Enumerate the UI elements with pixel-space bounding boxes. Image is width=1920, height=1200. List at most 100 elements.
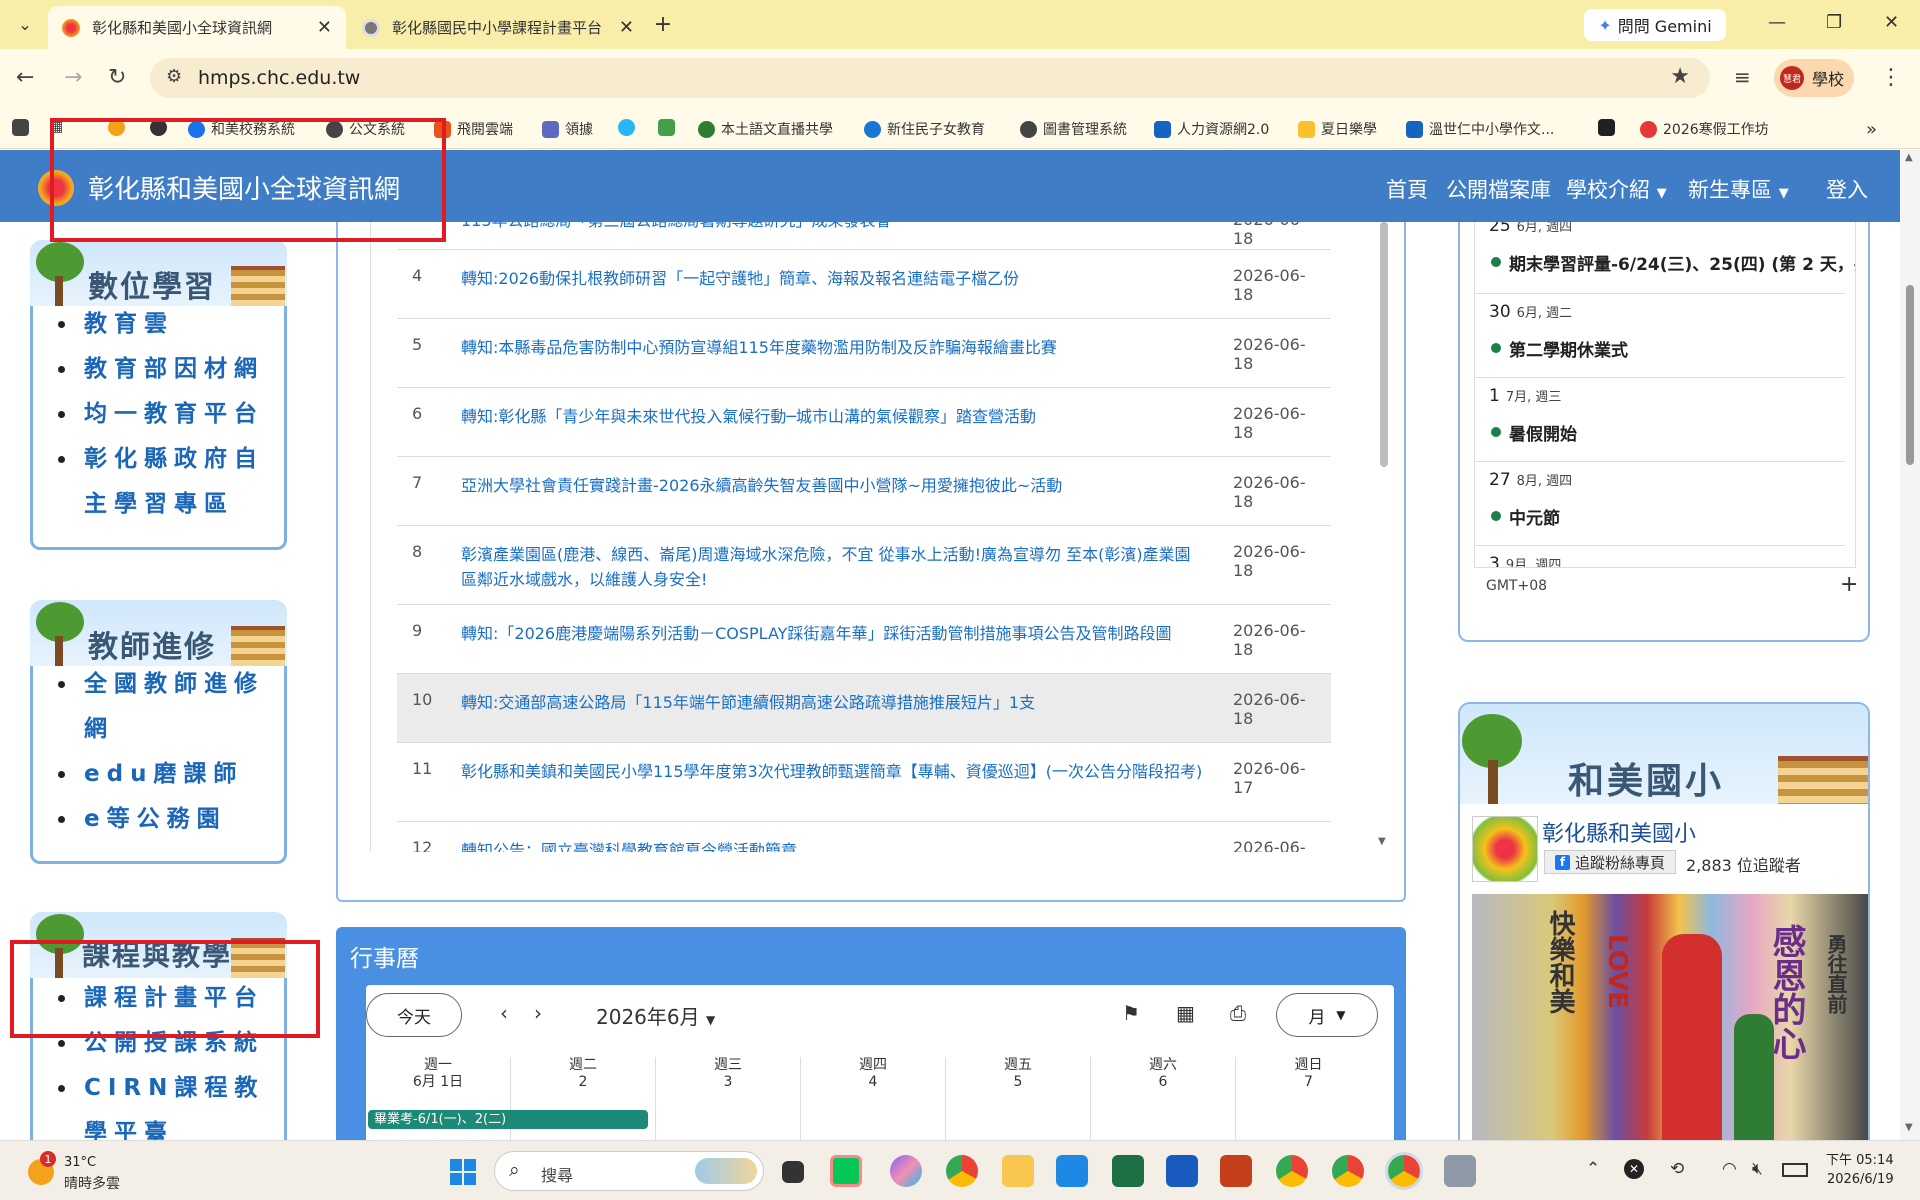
tray-input-icon[interactable]: ⟲ xyxy=(1670,1159,1684,1179)
news-row-hovered[interactable]: 10 轉知:交通部高速公路局「115年端午節連續假期高速公路疏導措施推展短片」1… xyxy=(397,674,1331,743)
bookmark-item[interactable]: 圖書管理系統 xyxy=(1020,119,1127,139)
news-row[interactable]: 7 亞洲大學社會責任實踐計畫-2026永續高齡失智友善國中小營隊~用愛擁抱彼此~… xyxy=(397,457,1331,526)
url-text[interactable]: hmps.chc.edu.tw xyxy=(198,67,360,89)
chrome-icon[interactable] xyxy=(946,1155,978,1187)
calendar-event[interactable]: 畢業考-6/1(一)、2(二) xyxy=(368,1110,648,1129)
news-title[interactable]: 彰濱產業園區(鹿港、線西、崙尾)周遭海域水深危險，不宜 從事水上活動!廣為宣導勿… xyxy=(461,542,1206,592)
facebook-cover-photo[interactable]: 快樂和美 感恩的心 LOVE 勇往直前 xyxy=(1472,894,1868,1140)
news-row[interactable]: 8 彰濱產業園區(鹿港、線西、崙尾)周遭海域水深危險，不宜 從事水上活動!廣為宣… xyxy=(397,526,1331,605)
bookmark-item[interactable]: 夏日樂學 xyxy=(1298,119,1377,139)
feedback-icon[interactable]: ⚑ xyxy=(1122,1001,1140,1025)
month-label[interactable]: 2026年6月 ▼ xyxy=(596,1001,715,1030)
agenda-item[interactable]: 1 7月, 週三 暑假開始 xyxy=(1475,378,1845,462)
powerpoint-icon[interactable] xyxy=(1220,1155,1252,1187)
agenda-event[interactable]: 暑假開始 xyxy=(1491,420,1577,445)
store-icon[interactable] xyxy=(1056,1155,1088,1187)
line-app-icon[interactable] xyxy=(830,1155,862,1187)
news-row[interactable]: 6 轉知:彰化縣「青少年與未來世代投入氣候行動─城市山溝的氣候觀察」踏查營活動 … xyxy=(397,388,1331,457)
file-explorer-icon[interactable] xyxy=(1002,1155,1034,1187)
news-title[interactable]: 113年公路總局「第三屆公路總局暑期專題研究」成果發表會 xyxy=(461,222,1206,233)
bookmark-item[interactable]: 新住民子女教育 xyxy=(864,119,985,139)
tab-inactive[interactable]: 彰化縣國民中小學課程計畫平台 ✕ xyxy=(348,6,648,49)
link-county-self-learning[interactable]: 彰化縣政府自 xyxy=(52,437,264,482)
agenda-item[interactable]: 25 6月, 週四 期末學習評量-6/24(三)、25(四) (第 2 天，共 xyxy=(1475,222,1855,294)
day-column[interactable]: 週三 3 xyxy=(656,1057,801,1140)
news-title[interactable]: 轉知:彰化縣「青少年與未來世代投入氣候行動─城市山溝的氣候觀察」踏查營活動 xyxy=(461,404,1206,429)
link-junyi[interactable]: 均一教育平台 xyxy=(52,392,264,437)
excel-icon[interactable] xyxy=(1112,1155,1144,1187)
link-national-teacher-training[interactable]: 全國教師進修 xyxy=(52,662,264,707)
tray-close-icon[interactable]: ✕ xyxy=(1624,1159,1644,1179)
volume-muted-icon[interactable]: 🔇︎ xyxy=(1752,1159,1763,1179)
nav-login[interactable]: 登入 xyxy=(1826,174,1868,204)
chrome-icon[interactable] xyxy=(1276,1155,1308,1187)
news-row[interactable]: 4 轉知:2026動保扎根教師研習「一起守護牠」簡章、海報及報名連結電子檔乙份 … xyxy=(397,250,1331,319)
more-menu-icon[interactable]: ⋮ xyxy=(1880,65,1902,90)
bookmark-item[interactable]: 人力資源網2.0 xyxy=(1154,119,1269,139)
facebook-page-name[interactable]: 彰化縣和美國小 xyxy=(1542,816,1696,848)
tab-active[interactable]: 彰化縣和美國小全球資訊網 ✕ xyxy=(48,6,346,49)
nav-new-students[interactable]: 新生專區 ▼ xyxy=(1688,174,1789,204)
chrome-icon[interactable] xyxy=(1332,1155,1364,1187)
day-column[interactable]: 週日 7 xyxy=(1236,1057,1381,1140)
tray-chevron-up-icon[interactable]: ⌃ xyxy=(1586,1159,1600,1179)
address-bar[interactable]: ⚙ hmps.chc.edu.tw ★ xyxy=(150,58,1710,98)
news-scrollbar[interactable]: ▼ xyxy=(1378,222,1390,852)
close-tab-icon[interactable]: ✕ xyxy=(619,17,634,38)
copilot-icon[interactable] xyxy=(890,1155,922,1187)
minimize-icon[interactable]: — xyxy=(1768,12,1786,33)
wifi-icon[interactable]: ◠ xyxy=(1722,1159,1737,1179)
link-edu-cloud[interactable]: 教育雲 xyxy=(52,302,264,347)
bookmark-item[interactable] xyxy=(658,119,675,136)
scroll-up-arrow-icon[interactable]: ▲ xyxy=(1905,152,1913,163)
news-title[interactable]: 轉知:「2026鹿港慶端陽系列活動－COSPLAY踩街嘉年華」踩街活動管制措施事… xyxy=(461,621,1206,646)
scroll-down-arrow-icon[interactable]: ▼ xyxy=(1378,836,1386,847)
nav-home[interactable]: 首頁 xyxy=(1386,174,1428,204)
day-column[interactable]: 週六 6 xyxy=(1091,1057,1236,1140)
link-cirn[interactable]: CIRN課程教 xyxy=(52,1066,264,1111)
day-column[interactable]: 週四 4 xyxy=(801,1057,946,1140)
windows-start-icon[interactable] xyxy=(450,1159,476,1185)
next-month-chevron-icon[interactable]: › xyxy=(534,1001,542,1025)
news-row-partial[interactable]: 12 轉知公告：國立臺灣科學教育館夏令營活動簡章 2026-06-17 xyxy=(397,822,1331,852)
tab-search-chevron-icon[interactable]: ⌄ xyxy=(10,9,40,39)
page-scrollbar[interactable]: ▲ ▼ xyxy=(1900,150,1920,1140)
clock[interactable]: 下午 05:14 2026/6/19 xyxy=(1826,1151,1894,1189)
link-edu-mooc[interactable]: edu磨課師 xyxy=(52,752,264,797)
sidebar-toggle-icon[interactable] xyxy=(12,119,29,136)
app-icon[interactable] xyxy=(1444,1155,1476,1187)
news-list[interactable]: 113年公路總局「第三屆公路總局暑期專題研究」成果發表會 2026-06-18 … xyxy=(370,222,1390,852)
agenda-item[interactable]: 27 8月, 週四 中元節 xyxy=(1475,462,1845,546)
taskbar-search[interactable]: ⌕ 搜尋 xyxy=(494,1151,764,1191)
agenda-list[interactable]: 25 6月, 週四 期末學習評量-6/24(三)、25(四) (第 2 天，共 3… xyxy=(1474,222,1856,568)
reload-icon[interactable]: ↻ xyxy=(108,65,126,90)
restore-icon[interactable]: ❐ xyxy=(1826,12,1842,33)
more-bookmarks-chevron-icon[interactable]: » xyxy=(1866,119,1877,140)
facebook-page-logo[interactable] xyxy=(1472,816,1538,882)
day-column[interactable]: 週五 5 xyxy=(946,1057,1091,1140)
news-row[interactable]: 5 轉知:本縣毒品危害防制中心預防宣導組115年度藥物濫用防制及反詐騙海報繪畫比… xyxy=(397,319,1331,388)
bookmark-item[interactable]: 領據 xyxy=(542,119,593,139)
link-county-self-learning-cont[interactable]: 主學習專區 xyxy=(52,482,264,527)
link-adaptive-learning[interactable]: 教育部因材網 xyxy=(52,347,264,392)
battery-icon[interactable] xyxy=(1782,1163,1808,1177)
news-title[interactable]: 轉知:2026動保扎根教師研習「一起守護牠」簡章、海報及報名連結電子檔乙份 xyxy=(461,266,1206,291)
gemini-button[interactable]: ✦ 問問 Gemini xyxy=(1584,9,1726,41)
forward-arrow-icon[interactable]: → xyxy=(64,65,82,90)
news-title[interactable]: 轉知公告：國立臺灣科學教育館夏令營活動簡章 xyxy=(461,838,1206,852)
agenda-item-partial[interactable]: 3 9月, 週四 xyxy=(1475,546,1845,567)
bookmark-item[interactable] xyxy=(618,119,635,136)
calendar-icon[interactable]: ▦ xyxy=(1176,1001,1195,1025)
link-e-civil-service[interactable]: e等公務園 xyxy=(52,797,264,842)
news-row[interactable]: 11 彰化縣和美鎮和美國民小學115學年度第3次代理教師甄選簡章【專輔、資優巡迴… xyxy=(397,743,1331,822)
agenda-event[interactable]: 期末學習評量-6/24(三)、25(四) (第 2 天，共 xyxy=(1491,250,1855,275)
close-tab-icon[interactable]: ✕ xyxy=(317,17,332,38)
news-title[interactable]: 亞洲大學社會責任實踐計畫-2026永續高齡失智友善國中小營隊~用愛擁抱彼此~活動 xyxy=(461,473,1206,498)
agenda-item[interactable]: 30 6月, 週二 第二學期休業式 xyxy=(1475,294,1845,378)
bookmark-item[interactable]: 2026寒假工作坊 xyxy=(1640,119,1769,139)
site-info-icon[interactable]: ⚙ xyxy=(166,66,182,87)
bookmark-item[interactable] xyxy=(1598,119,1615,136)
nav-public-files[interactable]: 公開檔案庫 xyxy=(1446,174,1551,204)
today-button[interactable]: 今天 xyxy=(366,993,462,1037)
news-scrollbar-thumb[interactable] xyxy=(1380,222,1388,467)
